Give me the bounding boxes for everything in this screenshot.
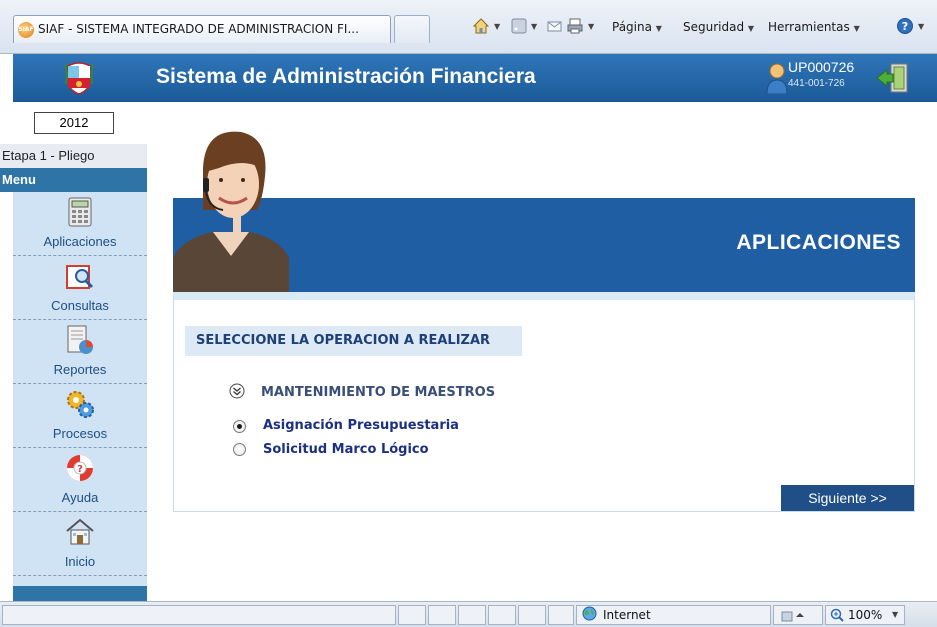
protected-mode-button[interactable]: [773, 605, 823, 625]
sidebar-item-inicio[interactable]: Inicio: [13, 512, 147, 576]
gears-icon: [67, 391, 94, 418]
status-bar: Internet 100% ▼: [0, 601, 937, 627]
siaf-favicon-icon: SIAF: [18, 22, 34, 38]
security-menu-label: Seguridad: [683, 20, 745, 34]
browser-tab-title: SIAF - SISTEMA INTEGRADO DE ADMINISTRACI…: [38, 22, 359, 36]
zone-label: Internet: [603, 608, 651, 622]
sidebar-item-consultas[interactable]: Consultas: [13, 256, 147, 320]
mail-icon[interactable]: [546, 17, 564, 35]
magnifier-icon: [66, 265, 94, 289]
status-pane: [518, 605, 546, 625]
new-tab-button[interactable]: [394, 15, 430, 43]
page-menu-label: Página: [612, 20, 652, 34]
next-button[interactable]: Siguiente >>: [781, 485, 914, 511]
sidebar-item-ayuda[interactable]: ? Ayuda: [13, 448, 147, 512]
status-pane: [428, 605, 456, 625]
sidebar-item-aplicaciones[interactable]: Aplicaciones: [13, 192, 147, 256]
sidebar-item-procesos[interactable]: Procesos: [13, 384, 147, 448]
home-dropdown-icon[interactable]: ▼: [494, 22, 500, 31]
page-menu[interactable]: Página ▼: [612, 20, 662, 34]
sidebar-item-label: Ayuda: [61, 490, 99, 505]
sidebar-item-label: Consultas: [51, 298, 109, 313]
help-dropdown-icon[interactable]: ▼: [918, 22, 924, 31]
chevron-down-icon: ▼: [853, 24, 860, 33]
chevron-down-icon: ▼: [892, 610, 899, 619]
sidebar-item-reportes[interactable]: Reportes: [13, 320, 147, 384]
sidebar-item-label: Procesos: [52, 426, 108, 441]
feeds-icon[interactable]: [510, 17, 528, 35]
sidebar-item-label: Inicio: [64, 554, 96, 569]
year-field[interactable]: 2012: [34, 112, 114, 134]
app-title: Sistema de Administración Financiera: [156, 65, 536, 88]
chevron-down-icon: ▼: [747, 24, 755, 33]
lifebuoy-icon: ?: [67, 455, 93, 481]
tools-menu-label: Herramientas: [768, 20, 850, 34]
zoom-value: 100%: [848, 608, 883, 622]
calculator-icon: [68, 197, 92, 227]
tools-menu[interactable]: Herramientas ▼: [768, 20, 860, 34]
chevron-double-down-icon[interactable]: [229, 383, 245, 399]
chevron-down-icon: ▼: [655, 24, 662, 33]
globe-icon: [582, 606, 597, 621]
sidebar-menu: Aplicaciones Consultas Reportes Procesos…: [13, 192, 147, 601]
print-icon[interactable]: [566, 17, 584, 35]
status-pane: [488, 605, 516, 625]
print-dropdown-icon[interactable]: ▼: [588, 22, 594, 31]
status-pane: [398, 605, 426, 625]
security-zone: Internet: [576, 605, 771, 625]
user-id: UP000726: [788, 59, 855, 75]
sidebar: 2012 Etapa 1 - Pliego Menu Aplicaciones …: [0, 102, 147, 601]
section-header: SELECCIONE LA OPERACION A REALIZAR: [185, 326, 522, 356]
browser-toolbar: SIAF SIAF - SISTEMA INTEGRADO DE ADMINIS…: [0, 0, 937, 54]
page-title: APLICACIONES: [736, 231, 901, 254]
security-menu[interactable]: Seguridad ▼: [683, 20, 754, 34]
sidebar-item-label: Aplicaciones: [43, 234, 117, 249]
help-icon[interactable]: ?: [896, 17, 914, 35]
feeds-dropdown-icon[interactable]: ▼: [531, 22, 537, 31]
group-label: MANTENIMIENTO DE MAESTROS: [261, 385, 496, 400]
zoom-control[interactable]: 100% ▼: [825, 605, 905, 625]
sidebar-footer: [13, 586, 147, 601]
sidebar-item-label: Reportes: [53, 362, 107, 377]
user-avatar-icon: [766, 63, 788, 94]
option-label-asignacion[interactable]: Asignación Presupuestaria: [263, 418, 459, 433]
browser-tab[interactable]: SIAF SIAF - SISTEMA INTEGRADO DE ADMINIS…: [13, 15, 391, 43]
home-icon: [66, 518, 94, 545]
app-header: Sistema de Administración Financiera UP0…: [13, 54, 937, 102]
lock-shield-icon: [781, 611, 804, 622]
option-radio-marco-logico[interactable]: [233, 443, 246, 456]
home-icon[interactable]: [472, 17, 490, 35]
stage-label: Etapa 1 - Pliego: [0, 144, 147, 168]
option-label-marco-logico[interactable]: Solicitud Marco Lógico: [263, 442, 429, 457]
operator-photo: [173, 131, 289, 292]
status-pane: [458, 605, 486, 625]
status-message-pane: [2, 605, 396, 625]
exit-door-button[interactable]: [875, 62, 911, 94]
report-chart-icon: [67, 325, 93, 354]
option-radio-asignacion[interactable]: [233, 420, 246, 433]
menu-title: Menu: [0, 168, 147, 192]
zoom-icon: [830, 608, 844, 622]
status-pane: [548, 605, 574, 625]
operation-panel: [173, 292, 915, 512]
year-area: 2012: [0, 102, 147, 144]
svg-text:?: ?: [77, 464, 83, 475]
peru-coat-of-arms-icon: [64, 62, 94, 95]
logo-area: [13, 54, 149, 102]
svg-text:?: ?: [902, 20, 908, 33]
user-code: 441-001-726: [788, 78, 845, 89]
